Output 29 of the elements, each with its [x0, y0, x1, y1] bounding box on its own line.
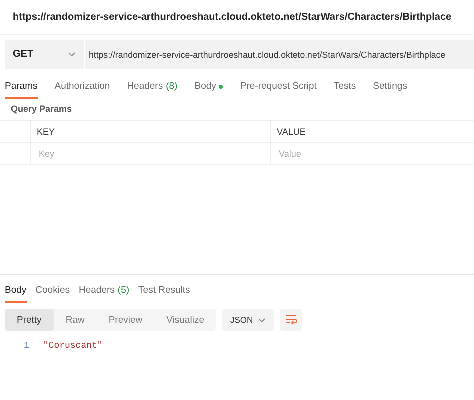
tab[interactable]: Tests	[334, 75, 356, 99]
tab[interactable]: Body	[194, 75, 224, 99]
tab[interactable]: Body	[5, 279, 27, 303]
line-number: 1	[24, 341, 30, 351]
tab[interactable]: Authorization	[54, 75, 110, 99]
column-header: VALUE	[277, 126, 306, 136]
tab[interactable]: Params	[5, 75, 38, 99]
view-tab[interactable]: Visualize	[154, 309, 216, 331]
tab[interactable]: Pre-request Script	[240, 75, 317, 99]
caret-icon	[68, 52, 76, 57]
param-input[interactable]: Key	[37, 148, 264, 160]
tab[interactable]: Cookies	[36, 279, 70, 303]
format-dropdown[interactable]: JSON	[222, 309, 274, 331]
code-line: "Coruscant"	[43, 341, 103, 351]
window-title: https://randomizer-service-arthurdroeshaut.cloud.okteto.net/StarWars/Characters/Birthplace	[0, 0, 474, 35]
wrap-icon	[285, 315, 298, 325]
wrap-button[interactable]	[280, 309, 302, 331]
view-tab[interactable]: Pretty	[5, 309, 54, 331]
caret-icon	[258, 318, 266, 322]
section-title: Query Params	[10, 103, 74, 116]
view-tab[interactable]: Raw	[54, 309, 97, 331]
tab[interactable]: Headers (5)	[78, 279, 130, 303]
view-tab[interactable]: Preview	[96, 309, 155, 331]
method-dropdown[interactable]: GET	[5, 40, 85, 69]
tab[interactable]: Settings	[373, 75, 408, 99]
column-header: KEY	[37, 126, 56, 136]
tab[interactable]: Headers (8)	[127, 75, 178, 99]
tab[interactable]: Test Results	[138, 279, 190, 303]
param-input[interactable]: Value	[277, 148, 468, 160]
